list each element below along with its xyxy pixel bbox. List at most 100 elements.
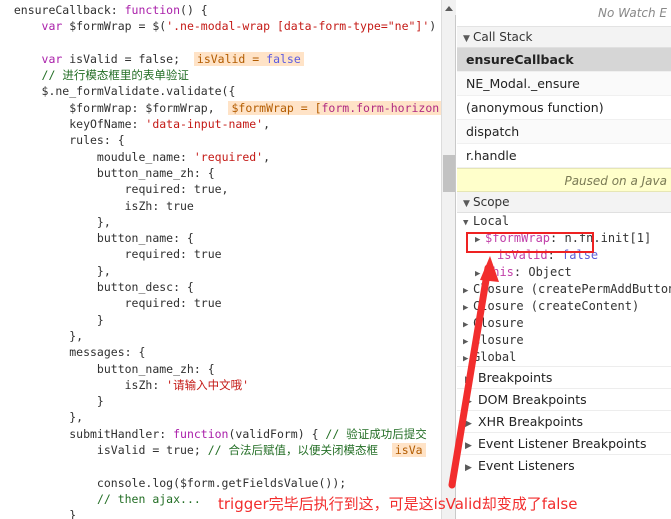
code-line: }, xyxy=(0,328,84,343)
call-stack-frame[interactable]: r.handle xyxy=(457,144,671,168)
scope-variable-name: this xyxy=(485,265,514,279)
code-line: submitHandler: function(validForm) { // … xyxy=(0,426,427,441)
debugger-panel-label: XHR Breakpoints xyxy=(478,414,584,429)
code-line: $formWrap: $formWrap, $formWrap = [form.… xyxy=(0,100,441,116)
inline-value-hint: $formWrap = [form.form-horizon xyxy=(228,100,441,115)
scope-variable-name: Local xyxy=(473,214,510,228)
scope-variable-name: Global xyxy=(473,350,517,364)
scope-row[interactable]: ▶ $formWrap: n.fn.init[1] xyxy=(457,230,671,247)
scope-variable-value: : Object xyxy=(513,265,572,279)
code-line: } xyxy=(0,394,104,409)
scope-variables-list[interactable]: ▼ Local ▶ $formWrap: n.fn.init[1] isValid: … xyxy=(457,213,671,366)
code-line: rules: { xyxy=(0,133,125,148)
scope-section-header[interactable]: ▼ Scope xyxy=(457,192,671,213)
chevron-right-icon[interactable]: ▶ xyxy=(465,369,475,391)
scope-row[interactable]: ▶ this: Object xyxy=(457,264,671,281)
call-stack-frame-label: NE_Modal._ensure xyxy=(466,76,580,91)
debugger-panel-row[interactable]: ▶ Event Listeners xyxy=(457,454,671,476)
scope-row[interactable]: ▶ Global xyxy=(457,349,671,366)
code-line: moudule_name: 'required', xyxy=(0,149,271,164)
code-line: }, xyxy=(0,263,111,278)
code-line: ensureCallback: function() { xyxy=(0,3,208,17)
code-line: // 进行模态框里的表单验证 xyxy=(41,68,189,83)
scope-variable-name: isValid xyxy=(497,248,548,262)
annotation-text: trigger完毕后执行到这，可是这isValid却变成了false xyxy=(218,495,578,513)
chevron-down-icon[interactable]: ▼ xyxy=(463,194,473,215)
call-stack-frame-label: (anonymous function) xyxy=(466,100,604,115)
code-line: button_name: { xyxy=(0,231,194,246)
chevron-right-icon[interactable]: ▶ xyxy=(475,232,485,249)
scope-variable-name: Closure xyxy=(473,333,524,347)
code-line: button_desc: { xyxy=(0,280,194,295)
source-code-text[interactable]: ensureCallback: function() { var $formWr… xyxy=(0,2,441,519)
debugger-panel-row[interactable]: ▶ DOM Breakpoints xyxy=(457,388,671,410)
debugger-panel-label: Breakpoints xyxy=(478,370,553,385)
call-stack-section-header[interactable]: ▼ Call Stack xyxy=(457,27,671,48)
debugger-panel-row[interactable]: ▶ Breakpoints xyxy=(457,366,671,388)
call-stack-frame[interactable]: NE_Modal._ensure xyxy=(457,72,671,96)
vertical-scrollbar-thumb[interactable] xyxy=(443,155,455,192)
scope-variable-name: Closure xyxy=(473,316,524,330)
debugger-panel-label: Event Listener Breakpoints xyxy=(478,436,647,451)
scope-row[interactable]: isValid: false xyxy=(457,247,671,264)
debugger-panel-label: Event Listeners xyxy=(478,458,575,473)
watch-empty-label: No Watch E xyxy=(598,6,667,20)
debugger-sidebar[interactable]: No Watch E ▼ Call Stack ensureCallback NE_… xyxy=(457,0,671,519)
call-stack-list[interactable]: ensureCallback NE_Modal._ensure (anonymous… xyxy=(457,48,671,168)
call-stack-title: Call Stack xyxy=(473,30,533,44)
paused-status-banner: Paused on a Java xyxy=(457,168,671,192)
code-line: }, xyxy=(0,214,111,229)
scope-title: Scope xyxy=(473,195,510,209)
scope-row[interactable]: ▶ Closure xyxy=(457,315,671,332)
code-line: messages: { xyxy=(0,345,146,360)
code-line: }, xyxy=(0,410,84,425)
chevron-right-icon[interactable]: ▶ xyxy=(463,351,473,368)
scope-variable-value: : n.fn.init[1] xyxy=(550,231,652,245)
chevron-right-icon[interactable]: ▶ xyxy=(465,391,475,413)
scope-variable-value: : false xyxy=(547,248,599,262)
code-line: button_name_zh: { xyxy=(0,165,215,180)
source-vertical-scrollbar[interactable] xyxy=(441,0,456,519)
chevron-right-icon[interactable]: ▶ xyxy=(465,457,475,479)
chevron-right-icon[interactable]: ▶ xyxy=(465,413,475,435)
scope-variable-name: $formWrap xyxy=(485,231,551,245)
code-line: var isValid = false; isValid = false xyxy=(0,51,441,67)
code-line: required: true, xyxy=(0,182,229,197)
triangle-up-icon[interactable] xyxy=(442,0,456,15)
code-line: isValid = true; // 合法后赋值，以便关闭模态框 isVa xyxy=(0,442,441,458)
chevron-down-icon[interactable]: ▼ xyxy=(463,215,473,232)
scope-variable-name: Closure (createContent) xyxy=(473,299,640,313)
call-stack-frame[interactable]: ensureCallback xyxy=(457,48,671,72)
code-line: required: true xyxy=(0,247,222,262)
code-line: var $formWrap = $('.ne-modal-wrap [data-… xyxy=(41,19,437,34)
code-line: isZh: true xyxy=(0,198,194,213)
code-line: required: true xyxy=(0,296,222,311)
scope-row[interactable]: ▼ Local xyxy=(457,213,671,230)
code-line: keyOfName: 'data-input-name', xyxy=(0,117,271,132)
scope-row[interactable]: ▶ Closure (createPermAddButton) xyxy=(457,281,671,298)
scope-row[interactable]: ▶ Closure xyxy=(457,332,671,349)
scope-row[interactable]: ▶ Closure (createContent) xyxy=(457,298,671,315)
scope-variable-name: Closure (createPermAddButton) xyxy=(473,282,671,296)
code-line: } xyxy=(0,312,104,327)
code-line: console.log($form.getFieldsValue()); xyxy=(0,475,347,490)
inline-value-hint: isValid = false xyxy=(193,51,304,66)
paused-status-text: Paused on a Java xyxy=(564,174,667,188)
code-line: isZh: '请输入中文哦' xyxy=(0,377,250,392)
watch-expressions-row[interactable]: No Watch E xyxy=(457,0,671,27)
call-stack-frame[interactable]: dispatch xyxy=(457,120,671,144)
debugger-panel-row[interactable]: ▶ XHR Breakpoints xyxy=(457,410,671,432)
call-stack-frame[interactable]: (anonymous function) xyxy=(457,96,671,120)
call-stack-frame-label: dispatch xyxy=(466,124,520,139)
call-stack-frame-label: r.handle xyxy=(466,148,517,163)
chevron-down-icon[interactable]: ▼ xyxy=(463,29,473,50)
chevron-right-icon[interactable]: ▶ xyxy=(465,435,475,457)
debugger-panel-label: DOM Breakpoints xyxy=(478,392,587,407)
devtools-debugger-screenshot: ensureCallback: function() { var $formWr… xyxy=(0,0,671,519)
source-code-pane[interactable]: ensureCallback: function() { var $formWr… xyxy=(0,0,441,519)
debugger-panel-row[interactable]: ▶ Event Listener Breakpoints xyxy=(457,432,671,454)
call-stack-frame-label: ensureCallback xyxy=(466,52,574,67)
debugger-panels-list[interactable]: ▶ Breakpoints ▶ DOM Breakpoints ▶ XHR Breakpo… xyxy=(457,366,671,476)
